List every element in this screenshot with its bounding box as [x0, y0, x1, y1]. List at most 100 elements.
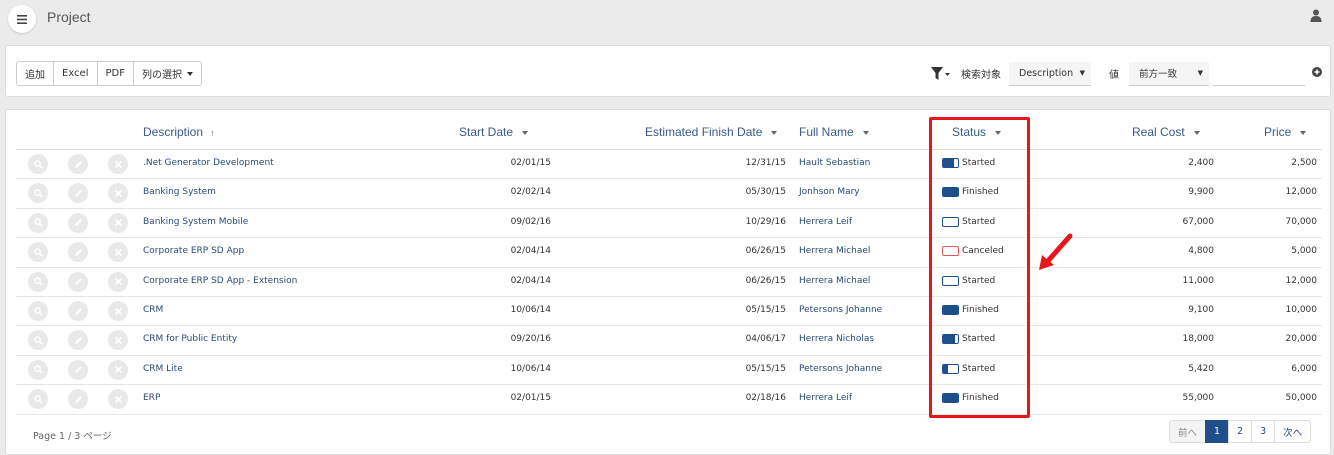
page-button-1[interactable]: 1 — [1205, 420, 1230, 443]
close-icon — [114, 365, 123, 374]
price: 70,000 — [1285, 216, 1318, 227]
delete-button[interactable] — [108, 301, 128, 321]
table-row[interactable]: CRM for Public Entity 09/20/16 04/06/17 Her… — [16, 326, 1322, 356]
magnifier-icon — [33, 394, 43, 404]
full-name-link[interactable]: Petersons Johanne — [799, 305, 882, 315]
view-button[interactable] — [28, 359, 48, 380]
edit-button[interactable] — [68, 271, 88, 292]
view-button[interactable] — [28, 301, 48, 321]
description-link[interactable]: ERP — [143, 393, 160, 403]
view-button[interactable] — [28, 154, 48, 174]
excel-export-button[interactable]: Excel — [53, 61, 98, 86]
view-button[interactable] — [28, 271, 48, 292]
search-field-select[interactable]: Description ▼ — [1009, 61, 1091, 86]
view-button[interactable] — [28, 242, 48, 263]
start-date: 02/04/14 — [510, 275, 551, 286]
user-icon[interactable] — [1310, 9, 1322, 22]
view-button[interactable] — [28, 389, 48, 410]
table-row[interactable]: Corporate ERP SD App 02/04/14 06/26/15 Herr… — [16, 238, 1322, 268]
magnifier-icon — [33, 159, 43, 169]
search-field-value: Description — [1019, 67, 1074, 79]
column-select-button[interactable]: 列の選択 — [132, 61, 202, 86]
full-name-link[interactable]: Herrera Nicholas — [799, 334, 874, 344]
column-header-start-date[interactable]: Start Date — [459, 125, 529, 139]
delete-button[interactable] — [108, 330, 128, 351]
real-cost: 55,000 — [1182, 393, 1215, 404]
edit-button[interactable] — [68, 212, 88, 233]
description-link[interactable]: .Net Generator Development — [143, 158, 274, 168]
next-page-button[interactable]: 次へ — [1274, 420, 1312, 443]
view-button[interactable] — [28, 330, 48, 351]
magnifier-icon — [33, 247, 43, 257]
edit-button[interactable] — [68, 330, 88, 351]
page-button-3[interactable]: 3 — [1251, 420, 1276, 443]
delete-button[interactable] — [108, 154, 128, 174]
edit-button[interactable] — [68, 183, 88, 204]
price: 12,000 — [1285, 187, 1318, 198]
grid-header: Description ↑ Start Date Estimated Finish… — [16, 110, 1322, 150]
delete-button[interactable] — [108, 359, 128, 380]
view-button[interactable] — [28, 212, 48, 233]
description-link[interactable]: CRM for Public Entity — [143, 334, 237, 344]
full-name-link[interactable]: Herrera Leif — [799, 217, 852, 227]
table-row[interactable]: Banking System Mobile 09/02/16 10/29/16 Her… — [16, 208, 1322, 239]
chevron-down-icon — [1193, 130, 1200, 135]
description-link[interactable]: Banking System — [143, 187, 216, 197]
table-row[interactable]: ERP 02/01/15 02/18/16 Herrera Leif Finished 5… — [16, 385, 1322, 415]
edit-button[interactable] — [68, 242, 88, 263]
delete-button[interactable] — [108, 389, 128, 410]
table-row[interactable]: .Net Generator Development 02/01/15 12/31/… — [16, 150, 1322, 180]
page-indicator: Page 1 / 3 ページ — [33, 431, 112, 442]
description-link[interactable]: CRM — [143, 305, 163, 315]
edit-button[interactable] — [68, 359, 88, 380]
value-label: 値 — [1109, 70, 1119, 81]
description-link[interactable]: Corporate ERP SD App — [143, 246, 244, 256]
search-value-input[interactable] — [1213, 61, 1305, 86]
table-row[interactable]: CRM Lite 10/06/14 05/15/15 Petersons Johann… — [16, 356, 1322, 386]
description-link[interactable]: Corporate ERP SD App - Extension — [143, 276, 297, 286]
match-mode-select[interactable]: 前方一致 ▼ — [1129, 61, 1209, 86]
action-button-group: 追加 Excel PDF 列の選択 — [16, 61, 202, 86]
hamburger-menu-button[interactable] — [8, 5, 36, 33]
delete-button[interactable] — [108, 183, 128, 204]
table-row[interactable]: Banking System 02/02/14 05/30/15 Jonhson Ma… — [16, 179, 1322, 209]
column-header-full-name[interactable]: Full Name — [799, 125, 869, 139]
column-header-description[interactable]: Description ↑ — [143, 125, 215, 139]
add-filter-icon[interactable] — [1312, 67, 1322, 77]
edit-button[interactable] — [68, 389, 88, 410]
full-name-link[interactable]: Jonhson Mary — [799, 187, 860, 197]
price: 2,500 — [1291, 158, 1317, 168]
edit-button[interactable] — [68, 154, 88, 174]
finish-date: 05/30/15 — [745, 187, 786, 198]
add-button[interactable]: 追加 — [16, 61, 54, 86]
full-name-link[interactable]: Hault Sebastian — [799, 158, 870, 168]
view-button[interactable] — [28, 183, 48, 204]
finish-date: 05/15/15 — [745, 363, 786, 374]
full-name-link[interactable]: Petersons Johanne — [799, 364, 882, 374]
page-button-2[interactable]: 2 — [1228, 420, 1253, 443]
prev-page-button[interactable]: 前へ — [1169, 420, 1207, 443]
column-header-price[interactable]: Price — [1264, 125, 1307, 139]
description-link[interactable]: CRM Lite — [143, 364, 183, 374]
full-name-link[interactable]: Herrera Michael — [799, 246, 870, 256]
table-row[interactable]: Corporate ERP SD App - Extension 02/04/14… — [16, 267, 1322, 297]
annotation-arrow-icon — [1039, 233, 1073, 270]
edit-button[interactable] — [68, 301, 88, 321]
description-link[interactable]: Banking System Mobile — [143, 217, 248, 227]
magnifier-icon — [33, 218, 43, 228]
delete-button[interactable] — [108, 242, 128, 263]
pencil-icon — [74, 365, 83, 374]
magnifier-icon — [33, 277, 43, 286]
price: 12,000 — [1285, 275, 1318, 286]
delete-button[interactable] — [108, 212, 128, 233]
column-header-real-cost[interactable]: Real Cost — [1132, 125, 1200, 139]
chevron-down-icon — [522, 130, 529, 135]
filter-dropdown[interactable] — [931, 64, 953, 84]
full-name-link[interactable]: Herrera Leif — [799, 393, 852, 403]
delete-button[interactable] — [108, 271, 128, 292]
column-header-finish-date[interactable]: Estimated Finish Date — [645, 125, 778, 139]
full-name-link[interactable]: Herrera Michael — [799, 276, 870, 286]
real-cost: 67,000 — [1182, 216, 1215, 227]
pdf-export-button[interactable]: PDF — [96, 61, 134, 86]
table-row[interactable]: CRM 10/06/14 05/15/15 Petersons Johanne Fini… — [16, 297, 1322, 327]
